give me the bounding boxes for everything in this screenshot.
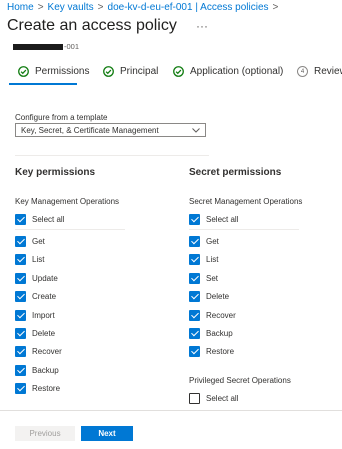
step-label: Permissions [35,66,90,77]
page-subtitle: -001 [13,38,79,51]
key-permission-get[interactable]: Get [15,236,45,247]
checkbox-checked[interactable] [15,328,26,339]
checkbox-label: Update [32,274,58,283]
checkbox-label: Select all [206,215,239,224]
checkbox-checked[interactable] [15,273,26,284]
check-circle-icon [103,66,114,77]
breadcrumb-separator: > [97,2,104,13]
checkbox-checked[interactable] [15,310,26,321]
checkbox-label: Recover [32,347,62,356]
breadcrumb-separator: > [272,2,279,13]
key-permission-create[interactable]: Create [15,291,56,302]
checkbox-checked[interactable] [189,214,200,225]
key-permission-list[interactable]: List [15,254,44,265]
step-label: Principal [120,66,159,77]
key-permission-recover[interactable]: Recover [15,346,62,357]
step-label: Review [314,66,342,77]
step-permissions[interactable]: Permissions [18,66,89,77]
step-number: 4 [297,66,308,77]
checkbox-label: List [32,255,45,264]
checkbox-label: Get [206,237,219,246]
check-circle-icon [173,66,184,77]
template-dropdown[interactable]: Key, Secret, & Certificate Management [15,123,206,137]
checkbox-unchecked[interactable] [189,393,200,404]
secret-permission-get[interactable]: Get [189,236,219,247]
step-principal[interactable]: Principal [103,66,158,77]
template-label: Configure from a template [15,113,108,122]
step-review[interactable]: 4 Review [297,66,342,77]
secret-management-operations-label: Secret Management Operations [189,197,303,206]
secret-permission-list[interactable]: List [189,254,218,265]
secret-permission-set[interactable]: Set [189,273,218,284]
breadcrumb-separator: > [37,2,44,13]
checkbox-checked[interactable] [15,214,26,225]
checkbox-checked[interactable] [15,383,26,394]
checkbox-label: Restore [32,384,61,393]
secret-permissions-title: Secret permissions [189,167,282,178]
checkbox-label: Delete [32,329,56,338]
checkbox-label: Backup [206,329,233,338]
more-options-icon[interactable]: ··· [196,19,208,33]
privileged-select-all-checkbox[interactable]: Select all [189,393,238,404]
page-title: Create an access policy [7,17,177,34]
key-permission-update[interactable]: Update [15,273,58,284]
checkbox-label: List [206,255,219,264]
secret-permission-backup[interactable]: Backup [189,328,233,339]
checkbox-checked[interactable] [189,310,200,321]
key-permission-import[interactable]: Import [15,310,55,321]
checkbox-label: Recover [206,311,236,320]
checkbox-label: Backup [32,366,59,375]
breadcrumb-vault-access-policies[interactable]: doe-kv-d-eu-ef-001 | Access policies [108,2,269,13]
previous-button[interactable]: Previous [15,426,75,441]
key-select-all-checkbox[interactable]: Select all [15,214,64,225]
checkbox-checked[interactable] [189,236,200,247]
wizard-steps: Permissions Principal Application (optio… [0,66,342,86]
checkbox-label: Import [32,311,55,320]
key-management-operations-label: Key Management Operations [15,197,120,206]
checkbox-checked[interactable] [189,291,200,302]
privileged-secret-operations-label: Privileged Secret Operations [189,376,291,385]
active-step-indicator [9,83,77,85]
checkbox-checked[interactable] [15,254,26,265]
breadcrumb-home[interactable]: Home [7,2,34,13]
checkbox-label: Delete [206,292,230,301]
key-permission-backup[interactable]: Backup [15,365,59,376]
breadcrumb-key-vaults[interactable]: Key vaults [48,2,94,13]
step-application[interactable]: Application (optional) [173,66,283,77]
select-all-divider [15,229,125,230]
secret-select-all-checkbox[interactable]: Select all [189,214,238,225]
checkbox-label: Select all [206,394,239,403]
checkbox-checked[interactable] [15,346,26,357]
secret-permission-recover[interactable]: Recover [189,310,236,321]
subtitle-suffix: -001 [64,42,80,52]
checkbox-checked[interactable] [189,273,200,284]
key-permissions-title: Key permissions [15,167,96,178]
checkbox-label: Select all [32,215,65,224]
key-permission-delete[interactable]: Delete [15,328,55,339]
template-selected-value: Key, Secret, & Certificate Management [21,125,159,135]
checkbox-label: Restore [206,347,235,356]
chevron-down-icon [192,128,200,133]
checkbox-checked[interactable] [15,291,26,302]
secret-permission-restore[interactable]: Restore [189,346,234,357]
select-all-divider [189,229,299,230]
checkbox-checked[interactable] [189,328,200,339]
checkbox-checked[interactable] [15,365,26,376]
secret-permission-delete[interactable]: Delete [189,291,229,302]
next-button[interactable]: Next [81,426,133,441]
step-label: Application (optional) [190,66,284,77]
check-circle-icon [18,66,29,77]
checkbox-checked[interactable] [189,254,200,265]
checkbox-label: Get [32,237,45,246]
checkbox-label: Create [32,292,57,301]
key-permission-restore[interactable]: Restore [15,383,60,394]
breadcrumb: Home > Key vaults > doe-kv-d-eu-ef-001 | Acc… [7,2,282,13]
footer-divider [0,410,342,411]
checkbox-checked[interactable] [189,346,200,357]
redacted-block [13,43,63,50]
divider [15,155,209,156]
checkbox-checked[interactable] [15,236,26,247]
checkbox-label: Set [206,274,219,283]
